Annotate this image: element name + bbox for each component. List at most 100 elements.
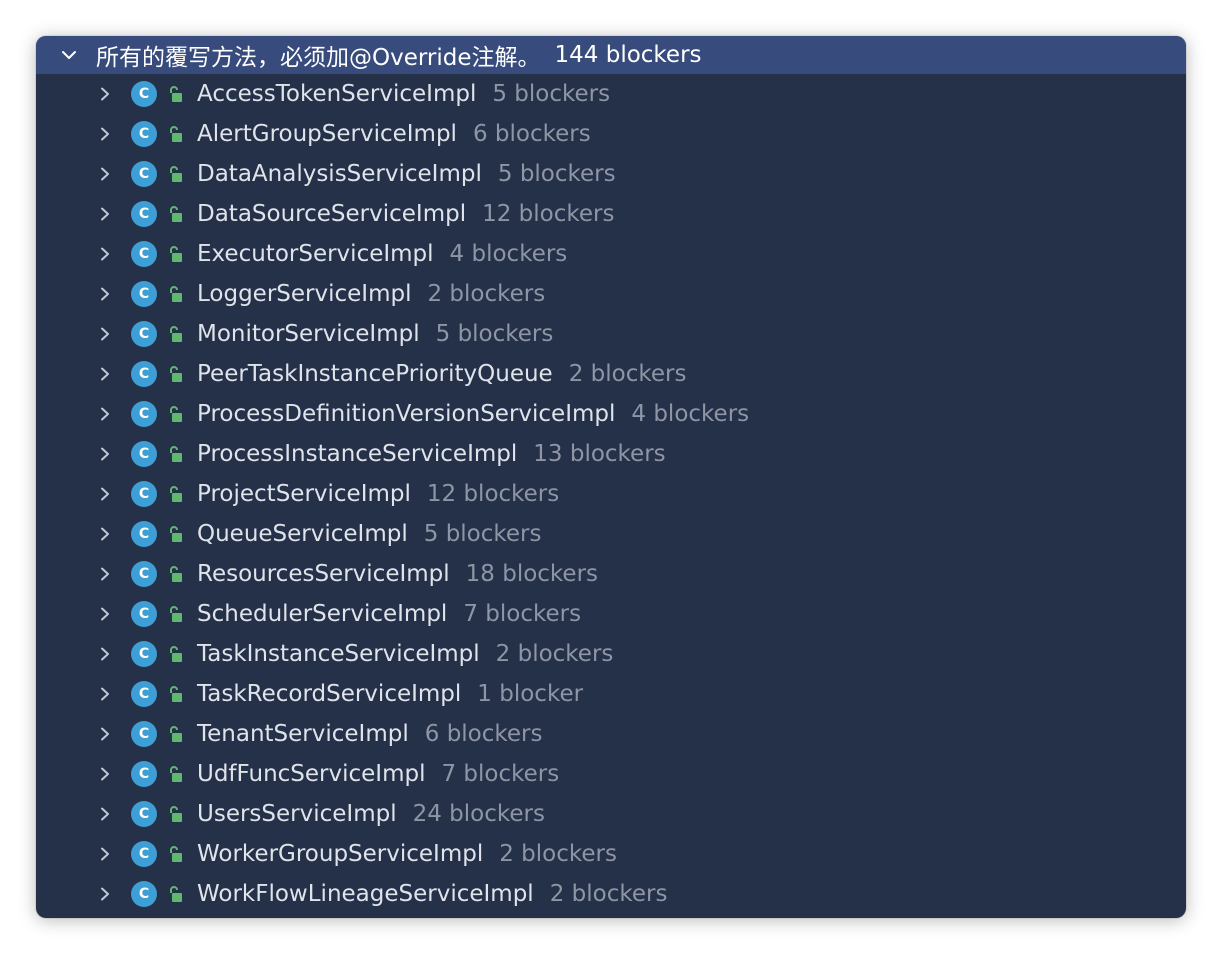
class-icon-letter: C [138, 246, 150, 262]
class-icon: C [131, 401, 157, 427]
chevron-right-icon[interactable] [94, 523, 116, 545]
tree-item[interactable]: C PeerTaskInstancePriorityQueue 2 blocke… [36, 354, 1186, 394]
tree-item[interactable]: C ProcessInstanceServiceImpl 13 blockers [36, 434, 1186, 474]
class-icon: C [131, 441, 157, 467]
class-name: TaskInstanceServiceImpl [197, 641, 480, 667]
chevron-right-icon[interactable] [94, 883, 116, 905]
tree-item[interactable]: C ExecutorServiceImpl 4 blockers [36, 234, 1186, 274]
unlock-icon [165, 283, 187, 305]
unlock-icon [165, 123, 187, 145]
tree-item[interactable]: C TaskRecordServiceImpl 1 blocker [36, 674, 1186, 714]
chevron-right-icon[interactable] [94, 443, 116, 465]
class-name: TenantServiceImpl [197, 721, 409, 747]
tree-item[interactable]: C ProjectServiceImpl 12 blockers [36, 474, 1186, 514]
class-name: WorkerGroupServiceImpl [197, 841, 484, 867]
chevron-right-icon[interactable] [94, 403, 116, 425]
unlock-icon [165, 483, 187, 505]
chevron-right-icon[interactable] [94, 83, 116, 105]
blocker-count: 13 blockers [533, 441, 666, 467]
blocker-count: 12 blockers [426, 481, 560, 507]
class-icon-letter: C [138, 206, 150, 222]
class-icon: C [131, 601, 157, 627]
tree-item[interactable]: C QueueServiceImpl 5 blockers [36, 514, 1186, 554]
class-icon: C [131, 721, 157, 747]
class-name: UdfFuncServiceImpl [197, 761, 426, 787]
chevron-right-icon[interactable] [94, 363, 116, 385]
class-name: ResourcesServiceImpl [197, 561, 450, 587]
class-icon: C [131, 481, 157, 507]
unlock-icon [165, 683, 187, 705]
unlock-icon [165, 803, 187, 825]
unlock-icon [165, 523, 187, 545]
class-name: ExecutorServiceImpl [197, 241, 434, 267]
class-icon: C [131, 321, 157, 347]
chevron-right-icon[interactable] [94, 283, 116, 305]
class-icon: C [131, 241, 157, 267]
tree-item[interactable]: C AccessTokenServiceImpl 5 blockers [36, 74, 1186, 114]
tree-item[interactable]: C TaskInstanceServiceImpl 2 blockers [36, 634, 1186, 674]
tree-item[interactable]: C MonitorServiceImpl 5 blockers [36, 314, 1186, 354]
chevron-right-icon[interactable] [94, 643, 116, 665]
chevron-right-icon[interactable] [94, 683, 116, 705]
class-icon: C [131, 81, 157, 107]
tree-item[interactable]: C UdfFuncServiceImpl 7 blockers [36, 754, 1186, 794]
chevron-right-icon[interactable] [94, 563, 116, 585]
chevron-right-icon[interactable] [94, 483, 116, 505]
blocker-count: 2 blockers [499, 841, 617, 867]
class-name: QueueServiceImpl [197, 521, 408, 547]
blocker-count: 6 blockers [424, 721, 543, 747]
chevron-right-icon[interactable] [94, 203, 116, 225]
class-icon: C [131, 841, 157, 867]
tree-item[interactable]: C SchedulerServiceImpl 7 blockers [36, 594, 1186, 634]
unlock-icon [165, 403, 187, 425]
class-icon-letter: C [138, 86, 150, 102]
blocker-count: 5 blockers [492, 81, 611, 107]
unlock-icon [165, 323, 187, 345]
class-name: DataSourceServiceImpl [197, 201, 467, 227]
class-list: C AccessTokenServiceImpl 5 blockers C Al… [36, 74, 1186, 914]
chevron-down-icon[interactable] [58, 44, 80, 66]
chevron-right-icon[interactable] [94, 843, 116, 865]
class-name: ProcessDefinitionVersionServiceImpl [197, 401, 616, 427]
class-icon-letter: C [138, 126, 150, 142]
class-name: AccessTokenServiceImpl [197, 81, 477, 107]
chevron-right-icon[interactable] [94, 163, 116, 185]
rule-title: 所有的覆写方法，必须加@Override注解。 [96, 45, 541, 71]
chevron-right-icon[interactable] [94, 323, 116, 345]
chevron-right-icon[interactable] [94, 803, 116, 825]
tree-item[interactable]: C ResourcesServiceImpl 18 blockers [36, 554, 1186, 594]
tree-item[interactable]: C DataAnalysisServiceImpl 5 blockers [36, 154, 1186, 194]
tree-item[interactable]: C DataSourceServiceImpl 12 blockers [36, 194, 1186, 234]
blocker-count: 5 blockers [435, 321, 554, 347]
unlock-icon [165, 603, 187, 625]
tree-item[interactable]: C LoggerServiceImpl 2 blockers [36, 274, 1186, 314]
class-icon: C [131, 641, 157, 667]
chevron-right-icon[interactable] [94, 243, 116, 265]
unlock-icon [165, 363, 187, 385]
class-name: ProjectServiceImpl [197, 481, 411, 507]
class-icon-letter: C [138, 606, 150, 622]
tree-item[interactable]: C TenantServiceImpl 6 blockers [36, 714, 1186, 754]
blocker-count: 24 blockers [412, 801, 545, 827]
class-icon-letter: C [138, 886, 150, 902]
class-name: MonitorServiceImpl [197, 321, 420, 347]
class-name: TaskRecordServiceImpl [197, 681, 462, 707]
tree-item[interactable]: C UsersServiceImpl 24 blockers [36, 794, 1186, 834]
chevron-right-icon[interactable] [94, 723, 116, 745]
class-icon-letter: C [138, 846, 150, 862]
class-name: PeerTaskInstancePriorityQueue [197, 361, 553, 387]
class-icon-letter: C [138, 166, 150, 182]
blocker-count: 7 blockers [441, 761, 560, 787]
chevron-right-icon[interactable] [94, 123, 116, 145]
tree-item[interactable]: C WorkerGroupServiceImpl 2 blockers [36, 834, 1186, 874]
class-icon: C [131, 161, 157, 187]
unlock-icon [165, 883, 187, 905]
tree-root-row[interactable]: 所有的覆写方法，必须加@Override注解。 144 blockers [36, 36, 1186, 74]
tree-item[interactable]: C AlertGroupServiceImpl 6 blockers [36, 114, 1186, 154]
tree-item[interactable]: C WorkFlowLineageServiceImpl 2 blockers [36, 874, 1186, 914]
class-name: LoggerServiceImpl [197, 281, 412, 307]
class-icon: C [131, 681, 157, 707]
chevron-right-icon[interactable] [94, 603, 116, 625]
tree-item[interactable]: C ProcessDefinitionVersionServiceImpl 4 … [36, 394, 1186, 434]
chevron-right-icon[interactable] [94, 763, 116, 785]
